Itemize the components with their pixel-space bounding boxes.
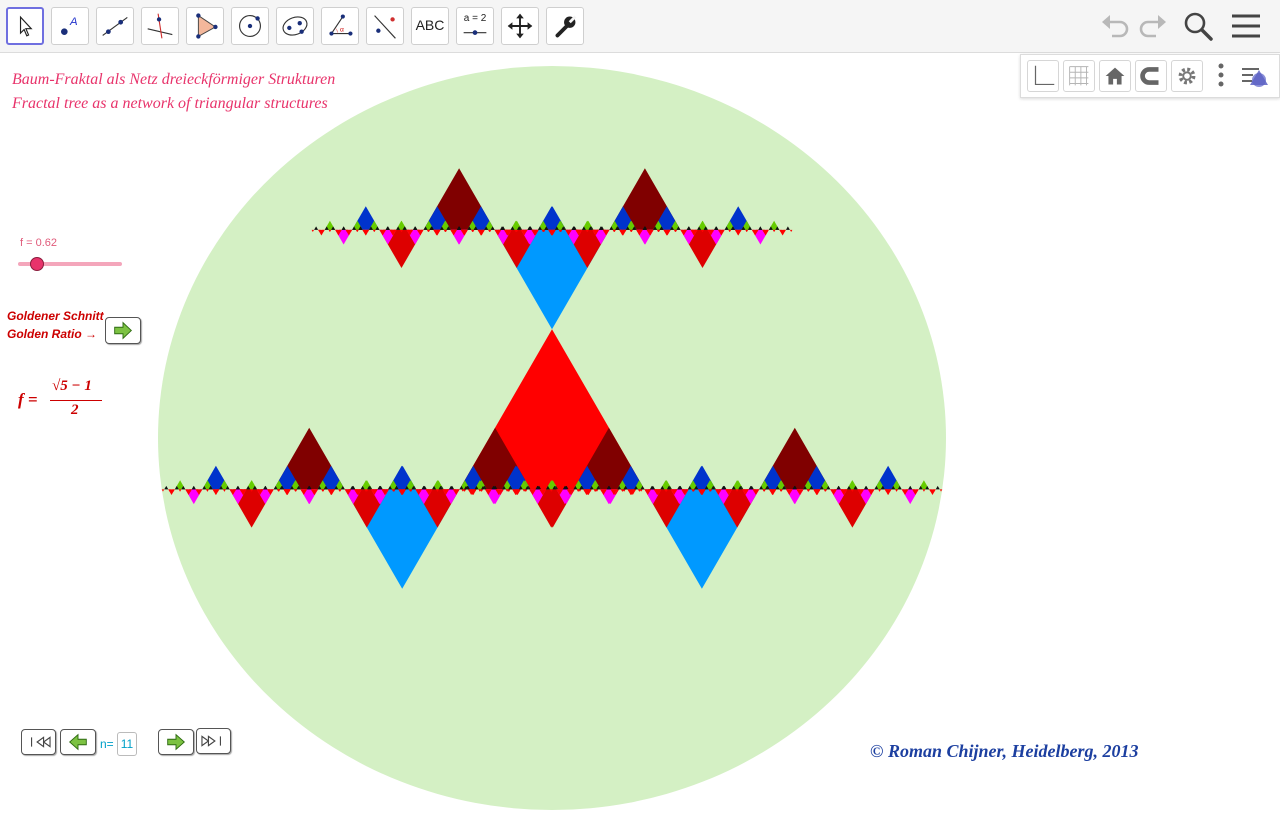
text-tool[interactable]: ABC bbox=[411, 7, 449, 45]
polygon-icon bbox=[196, 13, 218, 39]
ellipse-icon bbox=[282, 16, 308, 36]
toggle-axes-button[interactable] bbox=[1027, 60, 1059, 92]
graphics-view[interactable]: Baum-Fraktal als Netz dreieckförmiger St… bbox=[0, 53, 1280, 814]
slider-label: f = 0.62 bbox=[20, 237, 58, 249]
wrench-icon bbox=[555, 15, 577, 38]
reflect-tool[interactable] bbox=[366, 7, 404, 45]
n-input[interactable]: 11 bbox=[117, 732, 137, 756]
right-arrow-icon bbox=[114, 321, 133, 340]
ellipse-tool[interactable] bbox=[276, 7, 314, 45]
next-step-button[interactable] bbox=[158, 729, 194, 755]
perpendicular-line-tool[interactable] bbox=[141, 7, 179, 45]
line-icon bbox=[102, 17, 128, 36]
toggle-grid-button[interactable] bbox=[1063, 60, 1095, 92]
circle-tool[interactable] bbox=[231, 7, 269, 45]
toolbar: A α ABC a = 2 bbox=[0, 0, 1280, 53]
more-icon bbox=[1218, 63, 1224, 87]
settings-tool[interactable] bbox=[546, 7, 584, 45]
first-step-button[interactable] bbox=[21, 729, 56, 755]
graphics-settings-button[interactable] bbox=[1171, 60, 1203, 92]
cursor-arrow-icon bbox=[19, 15, 33, 37]
skip-back-icon bbox=[31, 736, 51, 748]
undo-icon bbox=[1102, 15, 1129, 38]
right-arrow-icon bbox=[167, 733, 186, 751]
grid-icon bbox=[1069, 66, 1089, 86]
line-tool[interactable] bbox=[96, 7, 134, 45]
undo-button[interactable] bbox=[1098, 10, 1132, 42]
move-graphics-view-tool[interactable] bbox=[501, 7, 539, 45]
menu-icon bbox=[1232, 14, 1260, 38]
point-icon: A bbox=[61, 16, 78, 35]
toggle-style-bar-button[interactable] bbox=[1239, 60, 1275, 92]
circle-icon bbox=[239, 15, 261, 37]
more-options-button[interactable] bbox=[1213, 60, 1229, 92]
copyright-text: © Roman Chijner, Heidelberg, 2013 bbox=[870, 741, 1139, 761]
angle-tool[interactable]: α bbox=[321, 7, 359, 45]
n-label: n= bbox=[100, 737, 114, 751]
main-menu-button[interactable] bbox=[1229, 10, 1263, 42]
point-tool[interactable]: A bbox=[51, 7, 89, 45]
golden-ratio-label-german: Goldener Schnitt bbox=[7, 309, 104, 323]
reflect-icon bbox=[374, 15, 396, 39]
move-tool[interactable] bbox=[6, 7, 44, 45]
text-tool-label: ABC bbox=[415, 17, 445, 33]
search-button[interactable] bbox=[1181, 10, 1215, 42]
slider-tool[interactable]: a = 2 bbox=[456, 7, 494, 45]
svg-text:A: A bbox=[69, 16, 78, 28]
skip-forward-icon bbox=[201, 735, 221, 747]
slider-knob[interactable] bbox=[29, 257, 44, 271]
magnet-icon bbox=[1140, 67, 1159, 85]
formula-numerator: √5 − 1 bbox=[52, 378, 92, 394]
title-german: Baum-Fraktal als Netz dreieckförmiger St… bbox=[12, 71, 336, 88]
graphics-style-bar bbox=[1020, 54, 1280, 98]
angle-icon: α bbox=[329, 14, 353, 36]
formula-fraction-bar bbox=[50, 400, 102, 401]
title-english: Fractal tree as a network of triangular … bbox=[12, 95, 328, 112]
formula-lhs: f = bbox=[18, 390, 38, 409]
axes-icon bbox=[1034, 65, 1055, 86]
gear-icon bbox=[1178, 67, 1196, 85]
formula-denominator: 2 bbox=[71, 402, 79, 418]
golden-ratio-label-english: Golden Ratio → bbox=[7, 327, 97, 341]
golden-ratio-button[interactable] bbox=[105, 317, 141, 344]
svg-text:α: α bbox=[340, 27, 344, 34]
style-bar-toggle-icon bbox=[1242, 68, 1268, 87]
fractal-drawing bbox=[158, 66, 946, 810]
left-arrow-icon bbox=[68, 733, 87, 751]
redo-icon bbox=[1139, 15, 1166, 38]
slider-icon bbox=[463, 30, 487, 35]
standard-view-button[interactable] bbox=[1099, 60, 1131, 92]
home-icon bbox=[1105, 67, 1125, 85]
previous-step-button[interactable] bbox=[60, 729, 96, 755]
move-arrows-icon bbox=[507, 13, 533, 39]
redo-button[interactable] bbox=[1136, 10, 1170, 42]
polygon-tool[interactable] bbox=[186, 7, 224, 45]
last-step-button[interactable] bbox=[196, 728, 231, 754]
point-capturing-button[interactable] bbox=[1135, 60, 1167, 92]
perpendicular-line-icon bbox=[147, 13, 173, 39]
search-icon bbox=[1184, 12, 1213, 41]
